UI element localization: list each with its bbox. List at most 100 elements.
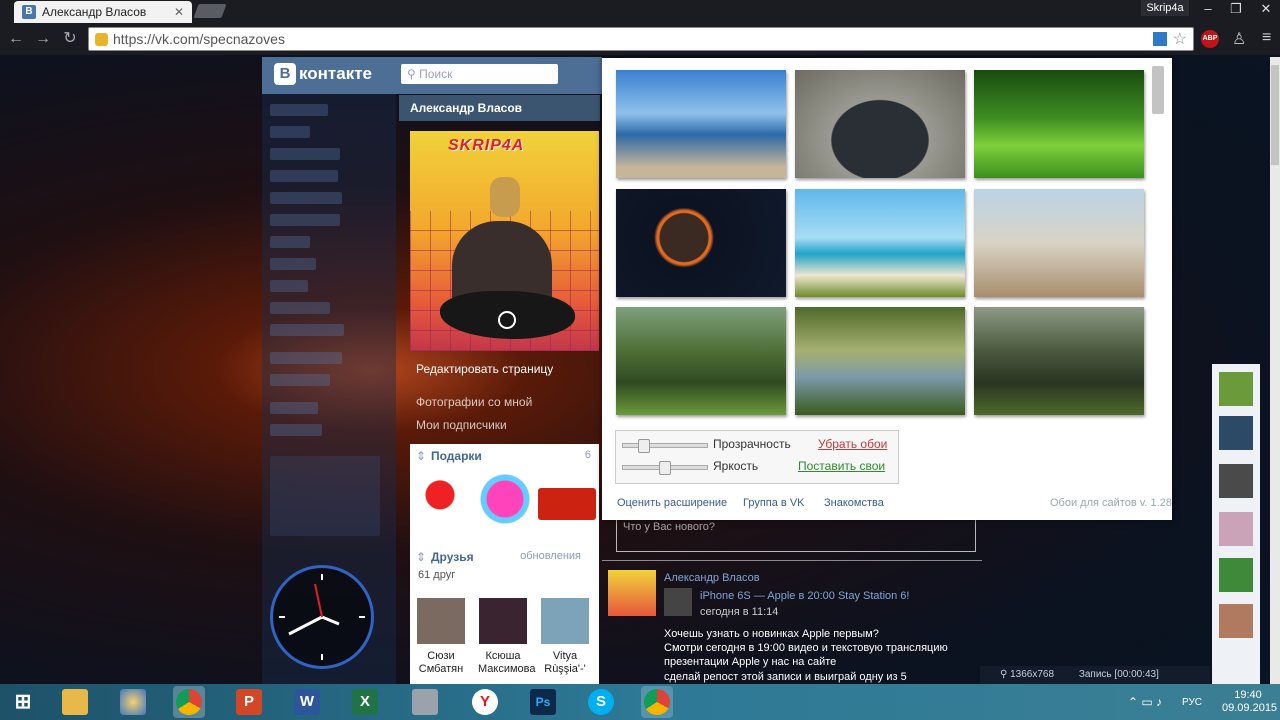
wallpaper-thumb-park[interactable] xyxy=(974,70,1144,178)
page-scrollbar-thumb[interactable] xyxy=(1271,65,1279,165)
friend-card[interactable]: Ксюша Максимова xyxy=(478,598,536,676)
repost-avatar[interactable] xyxy=(664,588,692,616)
skype-icon[interactable]: S xyxy=(588,689,614,715)
brightness-slider[interactable] xyxy=(622,461,708,475)
friend-last-name[interactable]: Максимова xyxy=(478,663,536,676)
friend-card[interactable]: Сюзи Смбатян xyxy=(416,598,466,676)
left-menu-item[interactable] xyxy=(270,170,338,182)
language-indicator[interactable]: РУС xyxy=(1182,697,1202,708)
friend-photo[interactable] xyxy=(541,598,589,644)
online-friend-avatar[interactable] xyxy=(1219,464,1253,498)
maximize-icon[interactable]: ❐ xyxy=(1222,0,1250,18)
tab-close-icon[interactable]: ✕ xyxy=(174,5,184,19)
friend-photo[interactable] xyxy=(417,598,465,644)
wallpaper-thumb-city[interactable] xyxy=(974,189,1144,297)
vk-logo[interactable]: В контакте xyxy=(274,63,372,85)
online-friend-avatar[interactable] xyxy=(1219,372,1253,406)
address-bar[interactable]: https://vk.com/specnazoves ☆ xyxy=(88,27,1194,51)
forward-icon[interactable]: → xyxy=(32,28,54,50)
adblock-icon[interactable]: ABP xyxy=(1201,30,1219,48)
left-menu-item[interactable] xyxy=(270,104,328,116)
brightness-slider-knob[interactable] xyxy=(659,461,671,475)
powerpoint-icon[interactable]: P xyxy=(236,689,262,715)
repost-title[interactable]: iPhone 6S — Apple в 20:00 Stay Station 6… xyxy=(700,590,909,602)
wallpaper-thumb-forest-light[interactable] xyxy=(616,307,786,415)
friends-updates-link[interactable]: обновления xyxy=(520,550,581,562)
friend-last-name[interactable]: Rùşşia'-' xyxy=(540,663,590,676)
wallpaper-extension-icon[interactable] xyxy=(1152,32,1167,46)
taskbar-clock[interactable]: 19:40 09.09.2015 xyxy=(1222,689,1277,715)
left-menu-item[interactable] xyxy=(270,280,308,292)
online-friend-avatar[interactable] xyxy=(1219,604,1253,638)
post-time[interactable]: сегодня в 11:14 xyxy=(700,606,778,618)
left-menu-item[interactable] xyxy=(270,192,342,204)
wallpaper-thumb-car[interactable] xyxy=(795,70,965,178)
left-menu-item[interactable] xyxy=(270,374,330,386)
wallpaper-thumb-beach[interactable] xyxy=(616,70,786,178)
paint-icon[interactable] xyxy=(120,689,146,715)
post-input[interactable]: Что у Вас нового? xyxy=(616,518,976,552)
drag-icon[interactable]: ⇕ xyxy=(416,449,426,463)
online-friend-avatar[interactable] xyxy=(1219,416,1253,450)
left-menu-item[interactable] xyxy=(270,302,330,314)
browser-menu-icon[interactable]: ≡ xyxy=(1262,29,1271,47)
close-window-icon[interactable]: ✕ xyxy=(1252,0,1280,18)
recorder-search-icon[interactable]: ⚲ xyxy=(1000,669,1010,680)
post-author-avatar[interactable] xyxy=(608,570,656,616)
subscribers-link[interactable]: Мои подписчики xyxy=(416,418,600,432)
rate-extension-link[interactable]: Оценить расширение xyxy=(617,497,727,509)
left-menu-item[interactable] xyxy=(270,402,318,414)
friend-first-name[interactable]: Ксюша xyxy=(478,650,528,663)
left-menu-item[interactable] xyxy=(270,126,310,138)
left-menu-item[interactable] xyxy=(270,324,344,336)
gift-valentine-icon[interactable] xyxy=(480,474,530,524)
popup-scrollbar-thumb[interactable] xyxy=(1152,66,1164,114)
left-menu-item[interactable] xyxy=(270,236,310,248)
edit-page-link[interactable]: Редактировать страницу xyxy=(416,362,600,376)
gift-roses-icon[interactable] xyxy=(422,476,458,530)
friend-first-name[interactable]: Vitya xyxy=(540,650,590,663)
set-own-wallpaper-link[interactable]: Поставить свои xyxy=(798,459,885,473)
extension-icon[interactable]: ♙ xyxy=(1232,29,1246,49)
photoshop-icon[interactable]: Ps xyxy=(530,689,556,715)
file-explorer-icon[interactable] xyxy=(62,689,88,715)
page-scrollbar[interactable] xyxy=(1270,57,1280,684)
friend-photo[interactable] xyxy=(479,598,527,644)
left-menu-item[interactable] xyxy=(270,258,316,270)
new-tab-button[interactable] xyxy=(193,4,227,18)
vk-search-input[interactable]: ⚲ Поиск xyxy=(401,64,558,84)
chrome-2-icon[interactable] xyxy=(644,689,670,715)
windows-start-icon[interactable]: ⊞ xyxy=(10,689,36,715)
left-menu-item[interactable] xyxy=(270,352,342,364)
friend-card[interactable]: Vitya Rùşşia'-' xyxy=(540,598,590,676)
friends-header[interactable]: ⇕ Друзья обновления xyxy=(410,547,599,567)
left-menu-item[interactable] xyxy=(270,148,340,160)
profile-avatar[interactable]: SKRIP4A xyxy=(410,131,599,351)
excel-icon[interactable]: X xyxy=(352,689,378,715)
photos-with-me-link[interactable]: Фотографии со мной xyxy=(416,395,600,409)
vk-group-link[interactable]: Группа в VK xyxy=(743,497,805,509)
wallpaper-thumb-forest-lake[interactable] xyxy=(795,307,965,415)
reload-icon[interactable]: ↻ xyxy=(59,28,81,50)
dating-link[interactable]: Знакомства xyxy=(824,497,884,509)
drag-icon[interactable]: ⇕ xyxy=(416,550,426,564)
site-info-icon[interactable] xyxy=(95,32,108,46)
online-friend-avatar[interactable] xyxy=(1219,558,1253,592)
friend-first-name[interactable]: Сюзи xyxy=(416,650,466,663)
tray-icons[interactable]: ⌃ ▭ ♪ xyxy=(1128,695,1162,709)
chrome-icon[interactable] xyxy=(176,689,202,715)
wallpaper-thumb-tropical[interactable] xyxy=(795,189,965,297)
bookmark-star-icon[interactable]: ☆ xyxy=(1173,29,1187,49)
online-friend-avatar[interactable] xyxy=(1219,512,1253,546)
tab-active[interactable]: В Александр Власов ✕ xyxy=(14,1,192,23)
calculator-icon[interactable] xyxy=(412,689,438,715)
yandex-icon[interactable]: Y xyxy=(472,689,498,715)
remove-wallpaper-link[interactable]: Убрать обои xyxy=(818,437,887,451)
word-icon[interactable]: W xyxy=(294,689,320,715)
gift-truck-icon[interactable] xyxy=(538,488,596,520)
back-icon[interactable]: ← xyxy=(5,28,27,50)
wallpaper-thumb-forest-dark[interactable] xyxy=(974,307,1144,415)
friend-last-name[interactable]: Смбатян xyxy=(416,663,466,676)
opacity-slider-knob[interactable] xyxy=(638,439,650,453)
wallpaper-thumb-planet[interactable] xyxy=(616,189,786,297)
